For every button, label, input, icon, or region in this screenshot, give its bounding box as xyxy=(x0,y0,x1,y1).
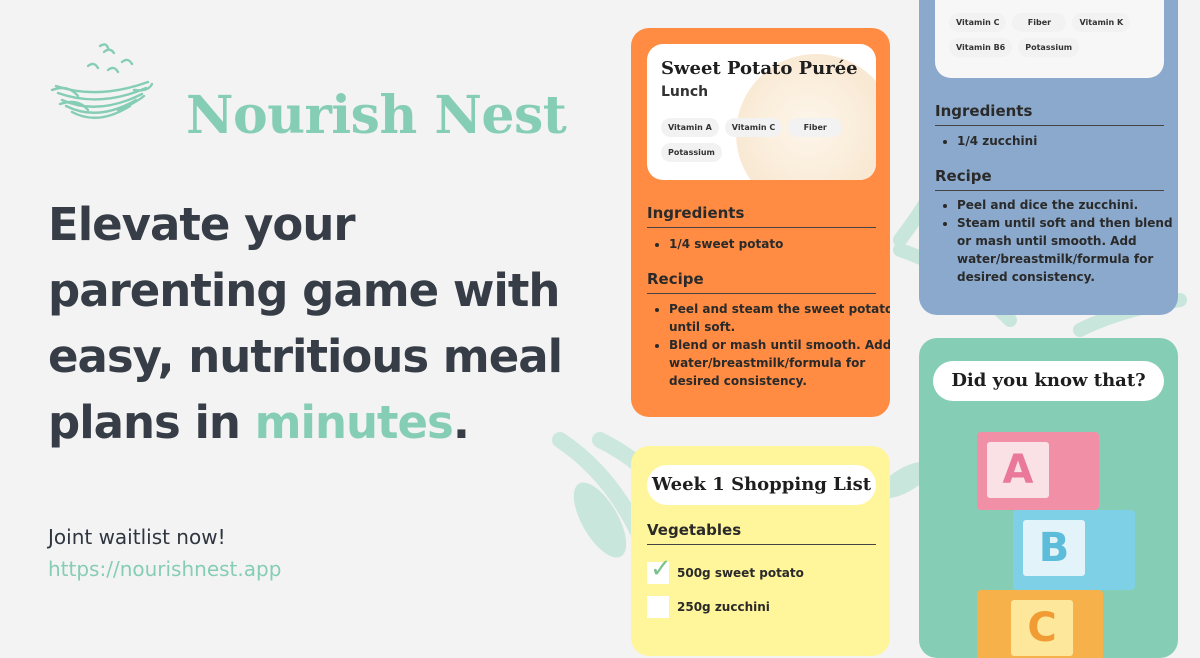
waitlist-cta: Joint waitlist now! xyxy=(48,525,226,549)
recipe-steps: Peel and steam the sweet potato until so… xyxy=(647,300,890,390)
shopping-list-title: Week 1 Shopping List xyxy=(647,465,876,505)
nutrient-tag: Vitamin B6 xyxy=(949,38,1013,57)
hero-headline: Elevate your parenting game with easy, n… xyxy=(48,192,568,456)
alphabet-block-b: B xyxy=(1013,510,1135,590)
checkmark-icon: ✓ xyxy=(650,554,672,584)
nutrient-tags: Vitamin C Fiber Vitamin K Vitamin B6 Pot… xyxy=(949,13,1149,57)
fact-card-title: Did you know that? xyxy=(933,361,1164,401)
block-letter: A xyxy=(987,442,1049,498)
recipe-photo: Sweet Potato Purée Lunch Vitamin A Vitam… xyxy=(647,44,876,180)
nutrient-tag: Vitamin C xyxy=(724,118,783,137)
recipe-title: Sweet Potato Purée xyxy=(661,58,858,79)
recipe-step: Steam until soft and then blend or mash … xyxy=(957,214,1178,286)
recipe-card-sweet-potato: Sweet Potato Purée Lunch Vitamin A Vitam… xyxy=(631,28,890,417)
nutrient-tag: Fiber xyxy=(1012,13,1067,32)
recipe-step: Blend or mash until smooth. Add water/br… xyxy=(669,336,890,390)
nutrient-tag: Potassium xyxy=(661,143,722,162)
recipe-heading: Recipe xyxy=(647,270,876,294)
nutrient-tag: Vitamin A xyxy=(661,118,719,137)
recipe-meal: Lunch xyxy=(661,84,709,100)
shopping-item[interactable]: 250g zucchini xyxy=(647,596,770,618)
fact-card: Did you know that? A B C xyxy=(919,338,1178,658)
block-letter: C xyxy=(1011,600,1073,656)
ingredient-item: 1/4 zucchini xyxy=(957,132,1178,150)
nutrient-tag: Potassium xyxy=(1018,38,1080,57)
nutrient-tags: Vitamin A Vitamin C Fiber Potassium xyxy=(661,118,861,162)
block-letter: B xyxy=(1023,520,1085,576)
shopping-section-heading: Vegetables xyxy=(647,521,876,545)
recipe-steps: Peel and dice the zucchini. Steam until … xyxy=(935,196,1178,286)
nest-birds-logo-icon xyxy=(50,43,154,119)
nutrient-tag: Vitamin K xyxy=(1072,13,1131,32)
shopping-item[interactable]: ✓ 500g sweet potato xyxy=(647,556,804,584)
item-checkbox[interactable] xyxy=(647,596,669,618)
headline-end: . xyxy=(452,396,470,449)
ingredient-item: 1/4 sweet potato xyxy=(669,235,890,253)
nutrient-tag: Fiber xyxy=(788,118,843,137)
alphabet-block-a: A xyxy=(977,432,1099,510)
recipe-heading: Recipe xyxy=(935,167,1164,191)
nutrient-tag: Vitamin C xyxy=(949,13,1007,32)
item-checkbox[interactable]: ✓ xyxy=(647,556,672,584)
shopping-list-card: Week 1 Shopping List Vegetables ✓ 500g s… xyxy=(631,446,890,656)
ingredients-heading: Ingredients xyxy=(647,204,876,228)
brand-name: Nourish Nest xyxy=(186,85,567,146)
ingredients-list: 1/4 zucchini xyxy=(935,132,1178,150)
headline-accent: minutes xyxy=(254,396,454,449)
brand-logo: Nourish Nest xyxy=(48,38,568,142)
ingredients-heading: Ingredients xyxy=(935,102,1164,126)
shopping-item-label: 250g zucchini xyxy=(677,600,770,614)
ingredients-list: 1/4 sweet potato xyxy=(647,235,890,253)
shopping-item-label: 500g sweet potato xyxy=(677,566,804,580)
recipe-card-zucchini: Vitamin C Fiber Vitamin K Vitamin B6 Pot… xyxy=(919,0,1178,315)
website-link[interactable]: https://nourishnest.app xyxy=(48,557,281,581)
alphabet-block-c: C xyxy=(977,590,1103,658)
recipe-step: Peel and steam the sweet potato until so… xyxy=(669,300,890,336)
recipe-step: Peel and dice the zucchini. xyxy=(957,196,1178,214)
recipe-photo: Vitamin C Fiber Vitamin K Vitamin B6 Pot… xyxy=(935,0,1164,78)
